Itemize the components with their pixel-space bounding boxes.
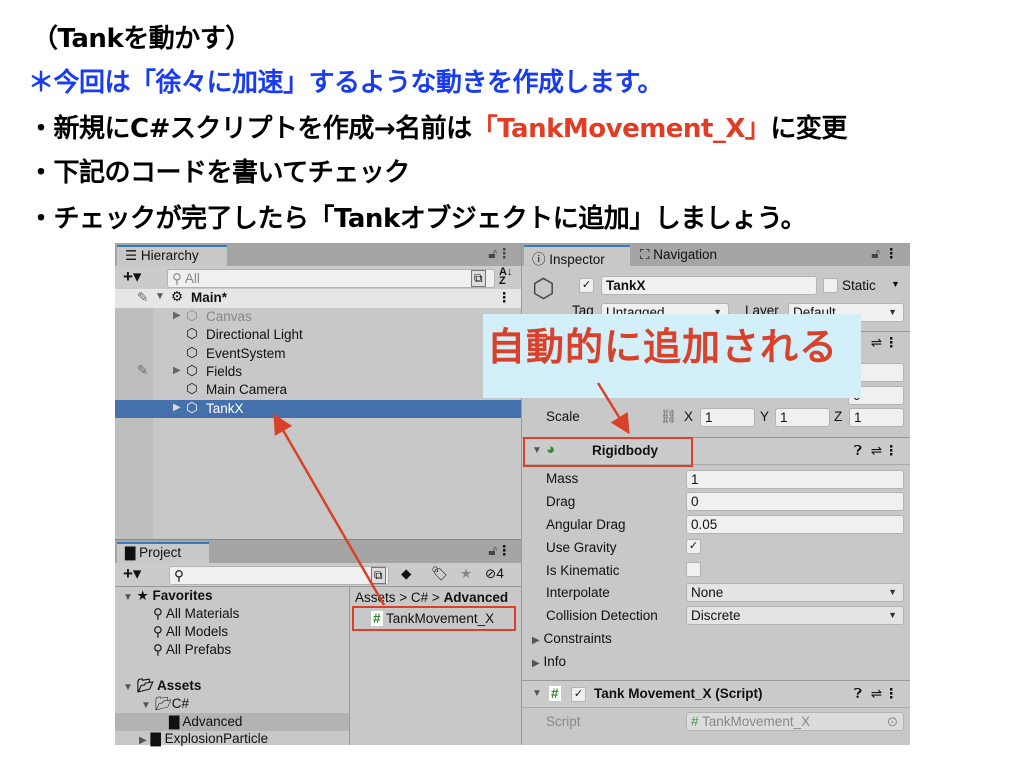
callout-arrow [596, 382, 630, 435]
annotation-arrows [273, 382, 630, 606]
drag-to-tankx-arrow [273, 413, 386, 606]
